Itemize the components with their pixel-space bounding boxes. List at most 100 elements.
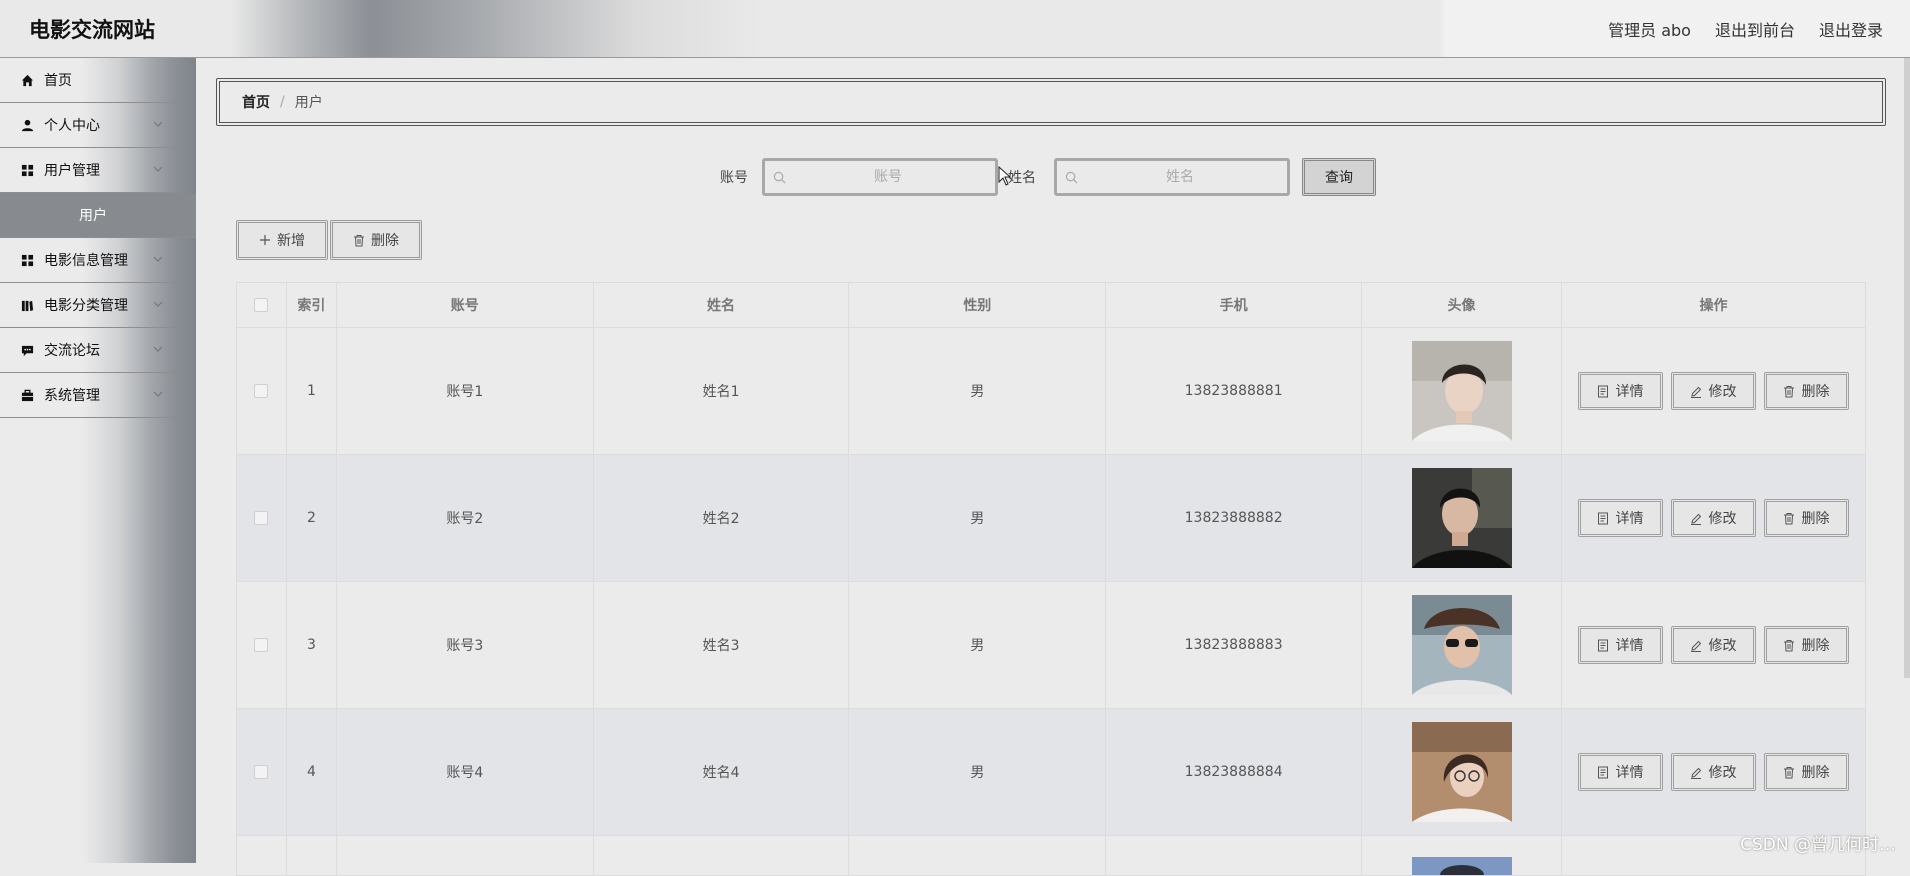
cell-phone: 13823888884	[1106, 709, 1362, 836]
search-icon	[1065, 171, 1078, 184]
name-search-input[interactable]	[1057, 161, 1287, 193]
header-gender: 性别	[849, 283, 1106, 328]
chevron-down-icon	[152, 253, 164, 265]
header-name: 姓名	[593, 283, 849, 328]
trash-icon	[1783, 766, 1795, 779]
cell-account: 账号4	[336, 709, 593, 836]
edit-button[interactable]: 修改	[1671, 626, 1756, 664]
sidebar-item-home[interactable]: 首页	[0, 58, 176, 103]
sidebar-item-label: 系统管理	[44, 385, 100, 405]
edit-button[interactable]: 修改	[1671, 372, 1756, 410]
admin-user-label[interactable]: 管理员 abo	[1608, 17, 1691, 41]
table-row: 2 账号2 姓名2 男 13823888882 详情	[237, 455, 1866, 582]
page-scrollbar[interactable]	[1904, 58, 1910, 678]
sidebar-item-movie-category-management[interactable]: 电影分类管理	[0, 283, 176, 328]
detail-button[interactable]: 详情	[1578, 753, 1663, 791]
search-bar: 账号 姓名 查询	[720, 158, 1376, 196]
person-icon	[20, 118, 34, 132]
detail-button-label: 详情	[1615, 635, 1643, 655]
breadcrumb-home[interactable]: 首页	[242, 92, 270, 112]
delete-button[interactable]: 删除	[1764, 372, 1849, 410]
row-checkbox[interactable]	[254, 384, 268, 398]
sidebar-item-label: 用户	[79, 205, 107, 225]
edit-button[interactable]: 修改	[1671, 753, 1756, 791]
add-button[interactable]: 新增	[236, 220, 328, 260]
sidebar-item-user-management[interactable]: 用户管理	[0, 148, 176, 193]
chevron-up-icon	[152, 163, 164, 175]
trash-icon	[1783, 385, 1795, 398]
logout-link[interactable]: 退出登录	[1819, 17, 1883, 41]
delete-button[interactable]: 删除	[1764, 499, 1849, 537]
grid-icon	[20, 253, 34, 267]
header-phone: 手机	[1106, 283, 1362, 328]
row-actions: 详情 修改 删除	[1562, 372, 1865, 410]
avatar	[1412, 857, 1512, 875]
sidebar-item-system-management[interactable]: 系统管理	[0, 373, 176, 418]
header-account: 账号	[336, 283, 593, 328]
cell-name: 姓名1	[593, 328, 849, 455]
edit-button-label: 修改	[1708, 762, 1736, 782]
search-icon	[773, 171, 786, 184]
header-select-all[interactable]	[237, 283, 287, 328]
sidebar-item-label: 个人中心	[44, 115, 100, 135]
row-checkbox[interactable]	[254, 511, 268, 525]
users-table: 索引 账号 姓名 性别 手机 头像 操作 1 账号1 姓名1 男 1382388…	[236, 282, 1866, 876]
table-row: 3 账号3 姓名3 男 13823888883	[237, 582, 1866, 709]
chevron-down-icon	[152, 298, 164, 310]
mouse-cursor-icon	[998, 166, 1012, 186]
detail-button-label: 详情	[1615, 381, 1643, 401]
detail-button[interactable]: 详情	[1578, 626, 1663, 664]
watermark: CSDN @曾几何时…	[1740, 830, 1896, 855]
cell-phone: 13823888881	[1106, 328, 1362, 455]
sidebar-item-personal-center[interactable]: 个人中心	[0, 103, 176, 148]
cell-account: 账号3	[336, 582, 593, 709]
sidebar-item-label: 交流论坛	[44, 340, 100, 360]
breadcrumb: 首页 / 用户	[216, 78, 1886, 126]
edit-icon	[1690, 512, 1702, 525]
book-icon	[20, 298, 34, 312]
cell-index: 2	[286, 455, 336, 582]
edit-button[interactable]: 修改	[1671, 499, 1756, 537]
table-header-row: 索引 账号 姓名 性别 手机 头像 操作	[237, 283, 1866, 328]
avatar	[1412, 595, 1512, 695]
document-icon	[1597, 639, 1609, 652]
detail-button[interactable]: 详情	[1578, 372, 1663, 410]
cell-index: 4	[286, 709, 336, 836]
sidebar-subitem-users[interactable]: 用户	[0, 193, 196, 238]
chevron-down-icon	[152, 388, 164, 400]
cell-name: 姓名2	[593, 455, 849, 582]
select-all-checkbox[interactable]	[254, 298, 268, 312]
trash-icon	[353, 234, 365, 247]
detail-button[interactable]: 详情	[1578, 499, 1663, 537]
site-title: 电影交流网站	[29, 14, 155, 44]
avatar	[1412, 341, 1512, 441]
grid-icon	[20, 163, 34, 177]
delete-button[interactable]: 删除	[1764, 626, 1849, 664]
row-checkbox[interactable]	[254, 765, 268, 779]
name-search-box	[1054, 158, 1290, 196]
breadcrumb-current: 用户	[295, 92, 323, 112]
chevron-down-icon	[152, 118, 164, 130]
cell-gender: 男	[849, 328, 1106, 455]
chat-icon	[20, 343, 34, 357]
edit-button-label: 修改	[1708, 635, 1736, 655]
header-actions: 操作	[1561, 283, 1865, 328]
header-index: 索引	[286, 283, 336, 328]
edit-icon	[1690, 639, 1702, 652]
row-actions: 详情 修改 删除	[1562, 499, 1865, 537]
sidebar-item-forum[interactable]: 交流论坛	[0, 328, 176, 373]
table-toolbar: 新增 删除	[236, 220, 422, 260]
top-header: 电影交流网站 管理员 abo 退出到前台 退出登录	[0, 0, 1910, 58]
delete-button[interactable]: 删除	[1764, 753, 1849, 791]
document-icon	[1597, 385, 1609, 398]
query-button[interactable]: 查询	[1302, 158, 1376, 196]
account-search-input[interactable]	[765, 161, 995, 193]
bulk-delete-button[interactable]: 删除	[330, 220, 422, 260]
sidebar-item-movie-info-management[interactable]: 电影信息管理	[0, 238, 176, 283]
cell-phone: 13823888882	[1106, 455, 1362, 582]
row-checkbox[interactable]	[254, 638, 268, 652]
header-avatar: 头像	[1362, 283, 1562, 328]
exit-to-frontend-link[interactable]: 退出到前台	[1715, 17, 1795, 41]
account-search-box	[762, 158, 998, 196]
name-search-label: 姓名	[1008, 167, 1054, 187]
